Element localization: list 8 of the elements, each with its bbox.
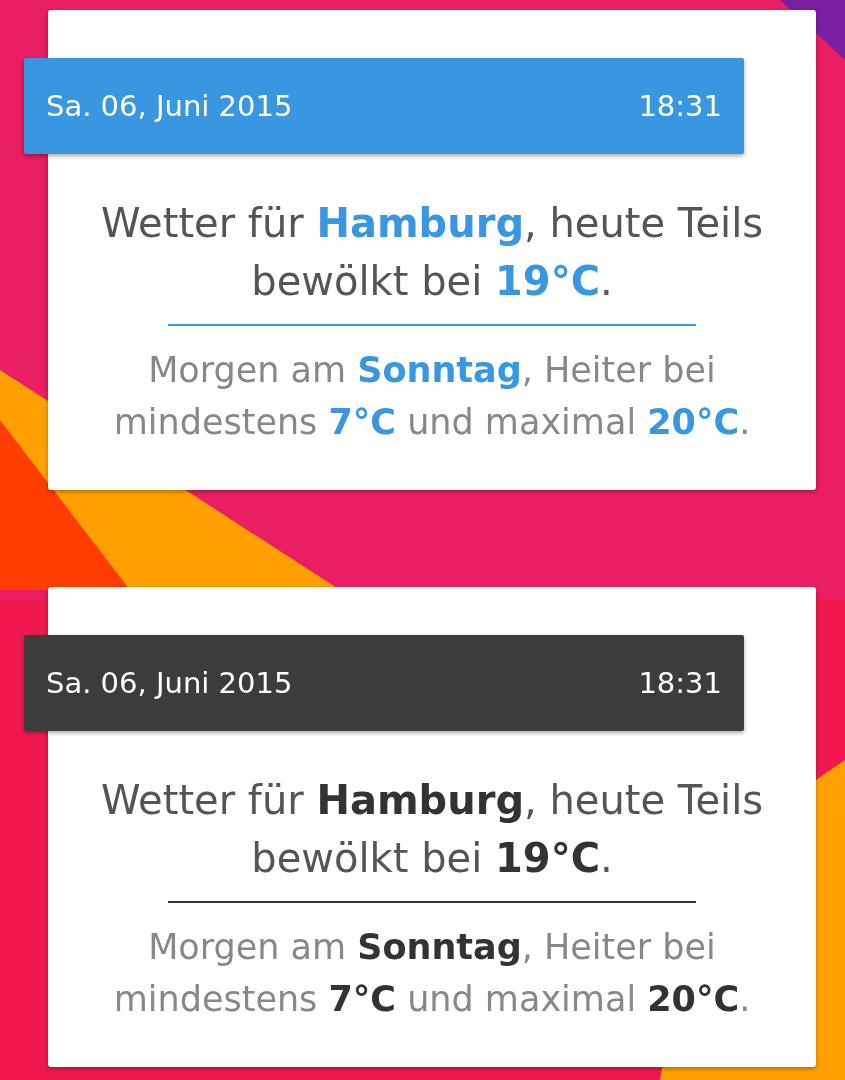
- date-text: Sa. 06, Juni 2015: [46, 89, 293, 123]
- weather-headline: Wetter für Hamburg, heute Teils bewölkt bei 19°C.: [99, 776, 765, 883]
- time-text: 18:31: [638, 89, 722, 123]
- date-text: Sa. 06, Juni 2015: [46, 666, 293, 700]
- weather-headline: Wetter für Hamburg, heute Teils bewölkt bei 19°C.: [99, 199, 765, 306]
- time-text: 18:31: [638, 666, 722, 700]
- forecast-text: Morgen am Sonntag, Heiter bei mindestens 7°C und maximal 20°C.: [112, 926, 752, 1021]
- forecast-text: Morgen am Sonntag, Heiter bei mindestens 7°C und maximal 20°C.: [112, 349, 752, 444]
